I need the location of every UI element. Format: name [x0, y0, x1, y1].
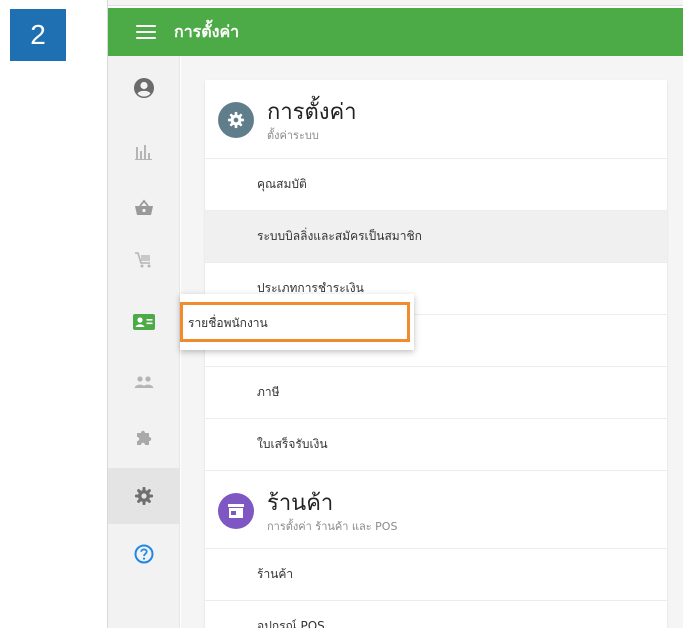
settings-section-badge [218, 102, 254, 138]
sidebar-item-settings[interactable] [108, 468, 180, 524]
store-item-pos-devices[interactable]: อุปกรณ์ POS [205, 600, 667, 628]
store-section-header: ร้านค้า การตั้งค่า ร้านค้า และ POS [205, 470, 667, 550]
settings-section-header: การตั้งค่า ตั้งค่าระบบ [205, 80, 667, 160]
store-item-label: อุปกรณ์ POS [257, 619, 325, 628]
store-section-subtitle: การตั้งค่า ร้านค้า และ POS [267, 520, 398, 533]
account-circle-icon [134, 78, 154, 98]
help-icon [134, 544, 154, 564]
hamburger-menu-icon[interactable] [136, 25, 156, 39]
settings-item-billing[interactable]: ระบบบิลลิ่งและสมัครเป็นสมาชิก [205, 210, 667, 262]
settings-item-label: คุณสมบัติ [257, 177, 307, 191]
cart-icon [135, 252, 151, 268]
bar-chart-icon [135, 145, 152, 160]
step-badge: 2 [10, 9, 66, 61]
app-bar-title: การตั้งค่า [174, 21, 240, 41]
sidebar-item-employees[interactable] [108, 294, 180, 350]
settings-item-label: ระบบบิลลิ่งและสมัครเป็นสมาชิก [257, 229, 422, 243]
settings-section-subtitle: ตั้งค่าระบบ [267, 129, 319, 142]
settings-card: การตั้งค่า ตั้งค่าระบบ คุณสมบัติ ระบบบิล… [205, 80, 667, 628]
settings-item-label: ภาษี [257, 385, 280, 399]
sidebar-item-help[interactable] [108, 526, 180, 582]
gear-icon [227, 111, 245, 129]
sidebar-item-account[interactable] [108, 60, 180, 116]
settings-item-taxes[interactable]: ภาษี [205, 366, 667, 418]
sidebar-item-customers[interactable] [108, 354, 180, 410]
sidebar-item-reports[interactable] [108, 124, 180, 180]
window-top-edge [107, 0, 683, 6]
sidebar [108, 56, 180, 628]
people-icon [134, 376, 154, 388]
sidebar-item-apps[interactable] [108, 410, 180, 466]
basket-icon [135, 199, 153, 215]
sidebar-tooltip: รายชื่อพนักงาน [180, 294, 414, 350]
store-item-label: ร้านค้า [257, 567, 294, 581]
puzzle-icon [137, 430, 152, 445]
store-section-badge [218, 493, 254, 529]
gear-icon [135, 487, 153, 505]
store-item-stores[interactable]: ร้านค้า [205, 548, 667, 600]
app-bar: การตั้งค่า [108, 8, 683, 56]
store-section-title: ร้านค้า [267, 491, 334, 516]
screen: 2 การตั้งค่า การตั้งค่า ตั้งค่าระบบ คุณส… [0, 0, 683, 628]
employee-card-icon [133, 314, 155, 330]
settings-item-receipts[interactable]: ใบเสร็จรับเงิน [205, 418, 667, 470]
settings-item-label: ใบเสร็จรับเงิน [257, 437, 328, 451]
settings-section-title: การตั้งค่า [267, 100, 357, 125]
sidebar-item-items[interactable] [108, 180, 180, 236]
tooltip-label: รายชื่อพนักงาน [188, 316, 268, 330]
store-icon [228, 504, 244, 518]
sidebar-item-inventory[interactable] [108, 232, 180, 288]
settings-item-features[interactable]: คุณสมบัติ [205, 158, 667, 210]
